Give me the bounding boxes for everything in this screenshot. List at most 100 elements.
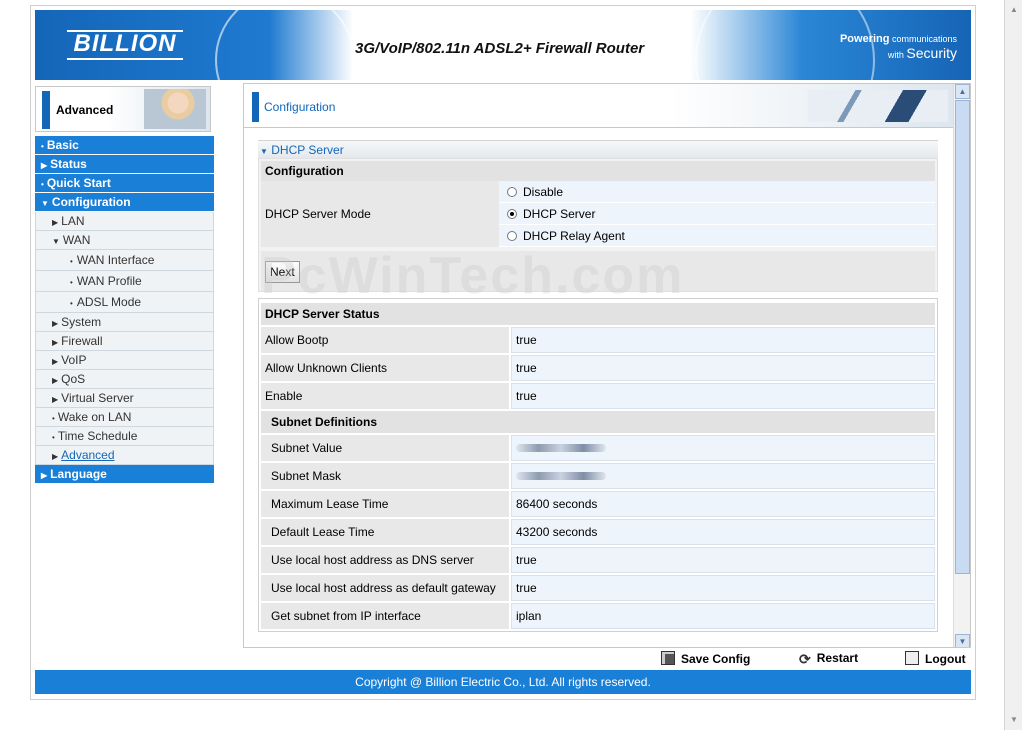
sidebar-item-label: Basic	[46, 138, 79, 152]
sidebar-nav: • Basic ▶ Status • Quick Start ▼ Configuration ▶…	[35, 136, 214, 484]
mode-option-dhcp-relay-agent[interactable]: DHCP Relay Agent	[499, 225, 935, 247]
sidebar-item-label: Language	[50, 467, 107, 481]
status-box: DHCP Server Status Allow Bootp true Allow …	[258, 298, 938, 632]
sidebar-item-status[interactable]: ▶ Status	[35, 155, 214, 174]
triangle-right-icon: ▶	[52, 218, 59, 227]
table-row: Enable true	[261, 383, 935, 409]
sidebar-item-wan-profile[interactable]: • WAN Profile	[35, 271, 214, 292]
radio-button[interactable]	[507, 231, 517, 241]
mode-option-dhcp-server[interactable]: DHCP Server	[499, 203, 935, 225]
row-key: Subnet Value	[261, 435, 509, 461]
section-dhcp-server[interactable]: ▼ DHCP Server	[258, 140, 938, 158]
scroll-up-icon[interactable]: ▲	[955, 84, 970, 99]
restart-button[interactable]: ⟳ Restart	[799, 651, 858, 667]
router-frame: BILLION 3G/VoIP/802.11n ADSL2+ Firewall …	[30, 5, 976, 700]
nav-header-photo	[144, 89, 206, 129]
logout-button[interactable]: Logout	[905, 651, 966, 666]
browser-scrollbar[interactable]: ▲ ▼	[1004, 0, 1022, 730]
tagline-small: communications	[889, 34, 957, 44]
triangle-right-icon: ▶	[52, 376, 59, 385]
sidebar-item-label: Time Schedule	[57, 429, 138, 443]
sidebar-item-adsl-mode[interactable]: • ADSL Mode	[35, 292, 214, 313]
bullet-icon: •	[70, 257, 73, 266]
sidebar-item-label: Wake on LAN	[57, 410, 132, 424]
sidebar-item-wan[interactable]: ▼ WAN	[35, 231, 214, 250]
table-row: Maximum Lease Time 86400 seconds	[261, 491, 935, 517]
radio-button[interactable]	[507, 187, 517, 197]
content-scrollbar[interactable]: ▲ ▼	[953, 84, 970, 647]
row-value	[511, 463, 935, 489]
triangle-right-icon: ▶	[52, 338, 59, 347]
row-key: Use local host address as DNS server	[261, 547, 509, 573]
radio-button[interactable]	[507, 209, 517, 219]
mode-option-label: DHCP Relay Agent	[523, 229, 625, 243]
nav-header: Advanced	[35, 86, 211, 132]
bullet-icon: •	[70, 299, 73, 308]
status-heading: DHCP Server Status	[261, 303, 935, 325]
sidebar-item-virtual-server[interactable]: ▶ Virtual Server	[35, 389, 214, 408]
main-panel: Configuration ▲ ▼ ▼ DHCP Server Configur…	[243, 83, 971, 648]
row-key: Allow Unknown Clients	[261, 355, 509, 381]
status-rows: Allow Bootp true Allow Unknown Clients true…	[261, 327, 935, 409]
product-title: 3G/VoIP/802.11n ADSL2+ Firewall Router	[355, 40, 645, 57]
header-banner: BILLION 3G/VoIP/802.11n ADSL2+ Firewall …	[35, 10, 971, 80]
row-value: true	[511, 575, 935, 601]
billion-logo: BILLION	[67, 30, 183, 60]
row-value	[511, 435, 935, 461]
scroll-down-icon[interactable]: ▼	[1006, 712, 1022, 728]
sidebar-item-label: QoS	[61, 372, 86, 386]
config-heading: Configuration	[261, 161, 935, 181]
sidebar-item-label: WAN Interface	[76, 253, 155, 267]
sidebar-item-label: Virtual Server	[61, 391, 134, 405]
mode-option-disable[interactable]: Disable	[499, 181, 935, 203]
footer-toolbar: Save Config ⟳ Restart Logout	[243, 648, 971, 670]
sidebar-item-language[interactable]: ▶ Language	[35, 465, 214, 484]
tagline-security: Security	[906, 45, 957, 61]
sidebar-item-label: LAN	[61, 214, 85, 228]
save-config-button[interactable]: Save Config	[661, 651, 750, 666]
sidebar-item-lan[interactable]: ▶ LAN	[35, 212, 214, 231]
sidebar-item-label: WAN	[62, 233, 91, 247]
row-key: Use local host address as default gatewa…	[261, 575, 509, 601]
row-key: Maximum Lease Time	[261, 491, 509, 517]
page-title: Configuration	[264, 100, 336, 114]
sidebar-item-time-schedule[interactable]: • Time Schedule	[35, 427, 214, 446]
sidebar-item-quick-start[interactable]: • Quick Start	[35, 174, 214, 193]
main-header: Configuration	[244, 84, 954, 128]
bullet-icon: •	[52, 433, 55, 442]
bullet-icon: •	[52, 414, 55, 423]
sidebar-item-wan-interface[interactable]: • WAN Interface	[35, 250, 214, 271]
mode-option-label: DHCP Server	[523, 207, 596, 221]
sidebar-item-configuration[interactable]: ▼ Configuration	[35, 193, 214, 212]
mode-options: Disable DHCP Server DHCP Relay Agent	[499, 181, 935, 247]
triangle-down-icon: ▼	[41, 199, 49, 208]
triangle-right-icon: ▶	[52, 395, 59, 404]
sidebar-item-firewall[interactable]: ▶ Firewall	[35, 332, 214, 351]
mode-row: DHCP Server Mode Disable DHCP Server DHCP …	[261, 181, 935, 247]
triangle-right-icon: ▶	[52, 319, 59, 328]
bullet-icon: •	[70, 278, 73, 287]
bullet-icon: •	[41, 142, 44, 151]
row-value: true	[511, 327, 935, 353]
triangle-right-icon: ▶	[41, 471, 48, 480]
scroll-thumb[interactable]	[955, 100, 970, 574]
row-key: Get subnet from IP interface	[261, 603, 509, 629]
row-value: true	[511, 383, 935, 409]
sidebar-item-label: Configuration	[51, 195, 131, 209]
floppy-disk-icon	[661, 651, 675, 665]
sidebar-item-advanced[interactable]: ▶ Advanced	[35, 446, 214, 465]
section-title: DHCP Server	[271, 143, 344, 157]
header-image	[808, 90, 948, 122]
sidebar-item-system[interactable]: ▶ System	[35, 313, 214, 332]
restart-icon: ⟳	[799, 651, 811, 667]
sidebar-item-label: Advanced	[61, 448, 115, 462]
logout-label: Logout	[925, 652, 966, 666]
scroll-down-icon[interactable]: ▼	[955, 634, 970, 647]
sidebar-item-qos[interactable]: ▶ QoS	[35, 370, 214, 389]
tagline-bold: Powering	[839, 33, 890, 45]
scroll-up-icon[interactable]: ▲	[1006, 2, 1022, 18]
bullet-icon: •	[41, 180, 44, 189]
sidebar-item-voip[interactable]: ▶ VoIP	[35, 351, 214, 370]
sidebar-item-basic[interactable]: • Basic	[35, 136, 214, 155]
sidebar-item-wake-on-lan[interactable]: • Wake on LAN	[35, 408, 214, 427]
